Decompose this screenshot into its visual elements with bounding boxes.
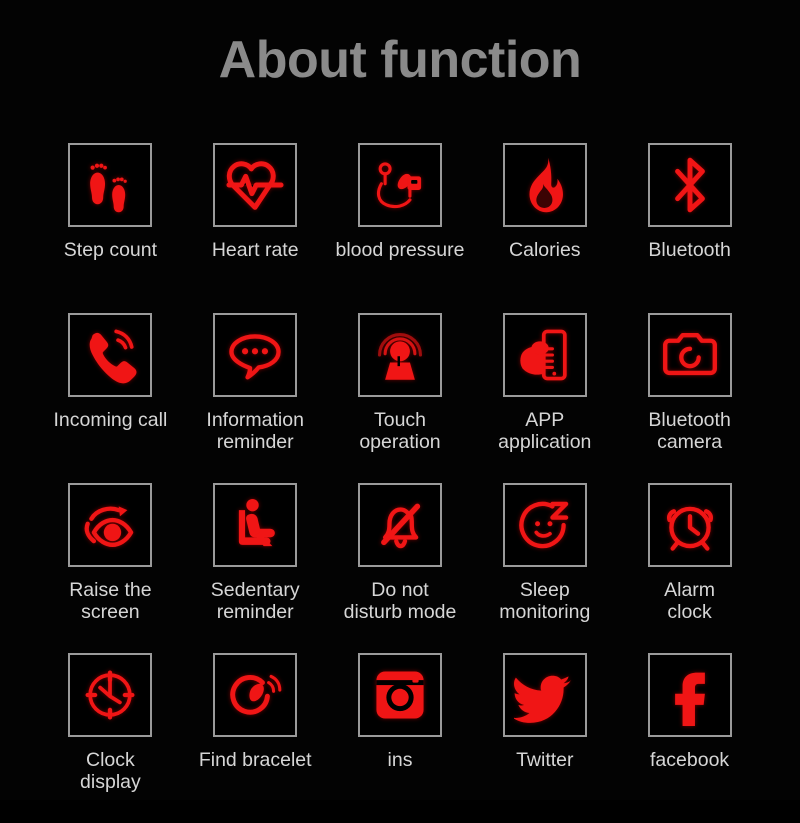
feature-label: Alarm clock bbox=[664, 579, 716, 623]
hand-holding-phone-icon bbox=[520, 329, 567, 381]
eye-rotate-icon bbox=[84, 506, 134, 548]
icon-box bbox=[647, 313, 732, 397]
feature-label: Heart rate bbox=[211, 239, 299, 261]
feature-item-blood-pressure[interactable]: blood pressure bbox=[328, 143, 473, 313]
icon-box bbox=[357, 313, 442, 397]
feature-item-calories[interactable]: Calories bbox=[472, 143, 617, 313]
feature-item-alarm-clock[interactable]: Alarm clock bbox=[617, 483, 762, 653]
feature-label: Clock display bbox=[80, 749, 141, 793]
icon-box bbox=[68, 653, 153, 737]
icon-box bbox=[68, 143, 153, 227]
feature-item-clock-display[interactable]: Clock display bbox=[38, 653, 183, 823]
feature-item-sedentary-reminder[interactable]: Sedentary reminder bbox=[183, 483, 328, 653]
icon-box bbox=[647, 653, 732, 737]
feature-item-ins[interactable]: ins bbox=[328, 653, 473, 823]
icon-box bbox=[213, 653, 298, 737]
feature-label: Sedentary reminder bbox=[210, 579, 300, 623]
camera-icon bbox=[662, 332, 717, 376]
page-title: About function bbox=[218, 31, 582, 89]
feature-item-incoming-call[interactable]: Incoming call bbox=[38, 313, 183, 483]
ringing-phone-icon bbox=[90, 329, 137, 384]
feature-label: Bluetooth camera bbox=[648, 409, 731, 453]
feature-label: Touch operation bbox=[359, 409, 441, 453]
feature-label: ins bbox=[387, 749, 413, 771]
flame-icon bbox=[529, 157, 563, 213]
feature-item-find-bracelet[interactable]: Find bracelet bbox=[183, 653, 328, 823]
icon-box bbox=[213, 483, 298, 567]
blood-pressure-monitor-icon bbox=[376, 162, 422, 209]
icon-box bbox=[357, 653, 442, 737]
alarm-clock-icon bbox=[666, 506, 713, 551]
bluetooth-icon bbox=[674, 157, 705, 213]
feature-label: Bluetooth bbox=[648, 239, 731, 261]
icon-box bbox=[213, 313, 298, 397]
feature-label: APP application bbox=[498, 409, 592, 453]
finger-touch-ripple-icon bbox=[377, 332, 422, 380]
heart-pulse-icon bbox=[226, 161, 284, 210]
icon-box bbox=[357, 143, 442, 227]
feature-label: Incoming call bbox=[53, 409, 168, 431]
clock-face-icon bbox=[85, 670, 135, 720]
feature-item-heart-rate[interactable]: Heart rate bbox=[183, 143, 328, 313]
icon-box bbox=[502, 313, 587, 397]
feature-label: Do not disturb mode bbox=[343, 579, 457, 623]
feature-item-touch-operation[interactable]: Touch operation bbox=[328, 313, 473, 483]
feature-grid: Step count Heart rate blood pressure Cal… bbox=[38, 143, 762, 823]
feature-label: Calories bbox=[509, 239, 581, 261]
twitter-bird-icon bbox=[513, 675, 571, 723]
icon-box bbox=[502, 653, 587, 737]
feature-item-twitter[interactable]: Twitter bbox=[472, 653, 617, 823]
about-function-poster: About function Step count Heart rate blo… bbox=[0, 0, 800, 800]
feature-item-step-count[interactable]: Step count bbox=[38, 143, 183, 313]
icon-box bbox=[502, 143, 587, 227]
bell-slash-icon bbox=[381, 503, 421, 549]
feature-item-raise-the-screen[interactable]: Raise the screen bbox=[38, 483, 183, 653]
feature-label: Sleep monitoring bbox=[499, 579, 591, 623]
feature-label: Step count bbox=[63, 239, 158, 261]
feature-item-sleep-monitoring[interactable]: Sleep monitoring bbox=[472, 483, 617, 653]
icon-box bbox=[68, 313, 153, 397]
feature-label: facebook bbox=[650, 749, 730, 771]
instagram-icon bbox=[376, 671, 424, 719]
feature-label: Twitter bbox=[516, 749, 574, 771]
bracelet-vibrate-icon bbox=[230, 674, 282, 715]
feature-label: Raise the screen bbox=[69, 579, 152, 623]
icon-box bbox=[647, 483, 732, 567]
feature-label: Find bracelet bbox=[198, 749, 312, 771]
footprints-icon bbox=[90, 163, 128, 213]
feature-item-facebook[interactable]: facebook bbox=[617, 653, 762, 823]
icon-box bbox=[502, 483, 587, 567]
feature-item-do-not-disturb[interactable]: Do not disturb mode bbox=[328, 483, 473, 653]
feature-item-app-application[interactable]: APP application bbox=[472, 313, 617, 483]
seated-person-icon bbox=[239, 498, 276, 547]
feature-item-information-reminder[interactable]: Information reminder bbox=[183, 313, 328, 483]
icon-box bbox=[68, 483, 153, 567]
icon-box bbox=[213, 143, 298, 227]
feature-label: blood pressure bbox=[335, 239, 465, 261]
feature-item-bluetooth-camera[interactable]: Bluetooth camera bbox=[617, 313, 762, 483]
speech-bubble-dots-icon bbox=[229, 334, 281, 380]
facebook-f-icon bbox=[674, 672, 705, 726]
sleeping-face-z-icon bbox=[519, 501, 569, 549]
icon-box bbox=[357, 483, 442, 567]
feature-label: Information reminder bbox=[206, 409, 304, 453]
icon-box bbox=[647, 143, 732, 227]
feature-item-bluetooth[interactable]: Bluetooth bbox=[617, 143, 762, 313]
